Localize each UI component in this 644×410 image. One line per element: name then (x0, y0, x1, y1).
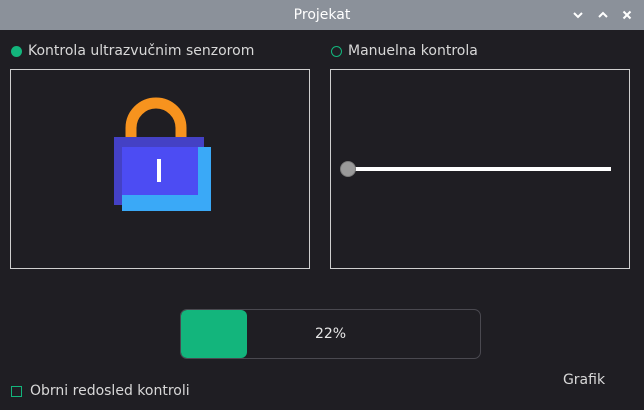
maximize-button[interactable] (595, 7, 611, 23)
window-title: Projekat (293, 7, 351, 23)
radio-sensor-control[interactable]: Kontrola ultrazvučnim senzorom (11, 41, 254, 61)
progress-bar: 22% (180, 309, 481, 359)
reverse-order-checkbox[interactable]: Obrni redosled kontroli (11, 381, 190, 401)
chevron-down-icon (573, 12, 583, 19)
graph-button[interactable]: Grafik (552, 368, 616, 392)
manual-slider-track[interactable] (345, 167, 611, 171)
close-button[interactable] (619, 7, 635, 23)
radio-manual-control[interactable]: Manuelna kontrola (331, 41, 478, 61)
sensor-panel (10, 69, 310, 269)
minimize-button[interactable] (570, 7, 586, 23)
radio-label-manual: Manuelna kontrola (348, 43, 478, 59)
radio-indicator-selected[interactable] (11, 45, 22, 57)
lock-icon (114, 97, 211, 211)
close-icon (622, 10, 632, 20)
progress-label: 22% (314, 326, 347, 342)
title-bar: Projekat (0, 0, 644, 30)
checkbox-indicator[interactable] (11, 385, 22, 397)
manual-slider-handle[interactable] (340, 161, 356, 177)
checkbox-label: Obrni redosled kontroli (30, 383, 190, 399)
radio-indicator-unselected[interactable] (331, 45, 342, 57)
radio-label-sensor: Kontrola ultrazvučnim senzorom (28, 43, 255, 59)
chevron-up-icon (598, 11, 608, 18)
